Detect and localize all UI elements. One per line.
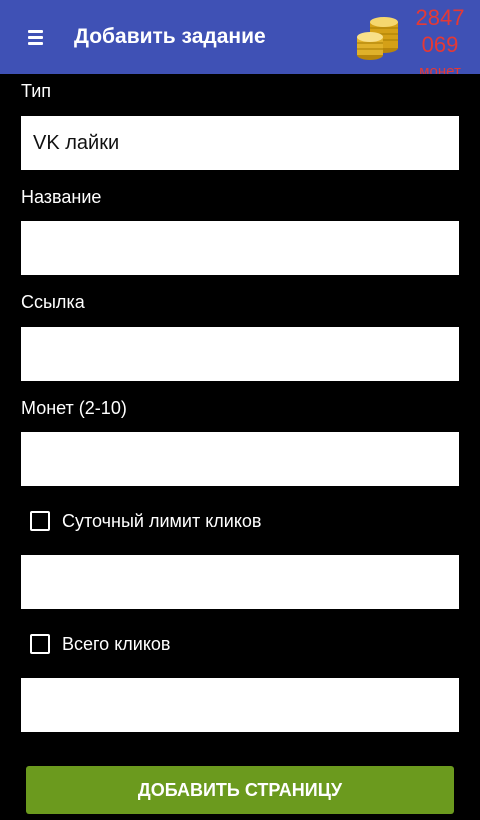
link-label: Ссылка xyxy=(21,292,85,312)
total-clicks-label: Всего кликов xyxy=(62,634,171,654)
page-title: Добавить задание xyxy=(74,25,266,48)
hamburger-menu-icon[interactable] xyxy=(24,26,50,48)
coin-unit-label: монет xyxy=(419,63,461,74)
daily-limit-checkbox[interactable] xyxy=(30,511,50,531)
type-select[interactable]: VK лайки xyxy=(21,116,459,170)
total-clicks-checkbox[interactable] xyxy=(30,634,50,654)
daily-limit-input[interactable] xyxy=(21,555,459,609)
name-input[interactable] xyxy=(21,221,459,275)
total-clicks-checkbox-row[interactable]: Всего кликов xyxy=(30,633,170,655)
total-clicks-input[interactable] xyxy=(21,678,459,732)
daily-limit-checkbox-row[interactable]: Суточный лимит кликов xyxy=(30,510,262,532)
app-bar: Добавить задание 2847 069 монет xyxy=(0,0,480,74)
add-page-button[interactable]: ДОБАВИТЬ СТРАНИЦУ xyxy=(26,766,454,814)
link-input[interactable] xyxy=(21,327,459,381)
daily-limit-label: Суточный лимит кликов xyxy=(62,511,262,531)
coins-label: Монет (2-10) xyxy=(21,398,127,418)
coin-balance: 2847 069 xyxy=(415,5,465,57)
coins-input[interactable] xyxy=(21,432,459,486)
coin-stack-icon xyxy=(357,17,398,60)
name-label: Название xyxy=(21,187,102,207)
type-label: Тип xyxy=(21,81,52,101)
